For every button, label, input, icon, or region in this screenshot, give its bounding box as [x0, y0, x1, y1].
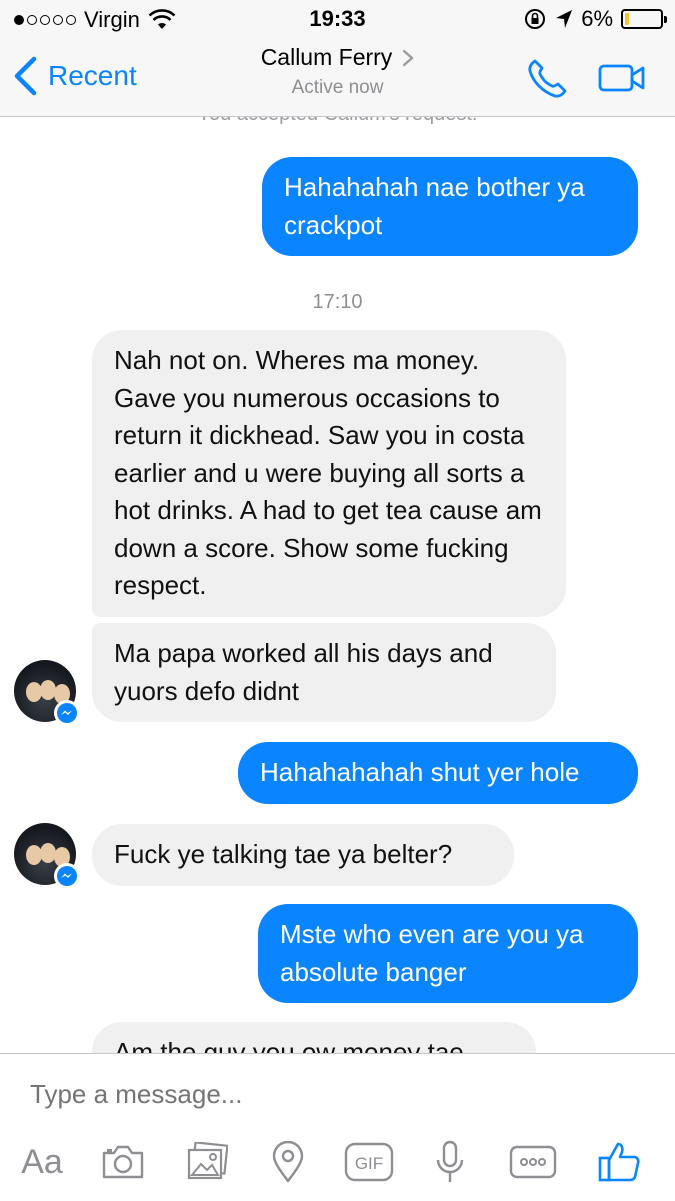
composer-toolbar: Aa GIF — [0, 1138, 675, 1194]
message-thread[interactable]: You accepted Callum's request. Hahahahah… — [0, 117, 675, 1053]
photo-gallery-icon[interactable] — [184, 1138, 230, 1186]
battery-icon — [621, 9, 667, 29]
phone-call-icon[interactable] — [526, 58, 568, 100]
chevron-right-icon — [403, 49, 414, 66]
active-status: Active now — [291, 77, 384, 98]
message-bubble-incoming[interactable]: Am the guy you ow money tae — [92, 1022, 536, 1053]
message-input[interactable] — [30, 1076, 630, 1112]
location-pin-icon[interactable] — [268, 1138, 308, 1186]
gif-icon[interactable]: GIF — [344, 1138, 394, 1186]
message-bubble-outgoing[interactable]: Mste who even are you ya absolute banger — [258, 904, 638, 1003]
contact-title[interactable]: Callum Ferry Active now — [0, 44, 675, 99]
gif-label: GIF — [355, 1154, 383, 1173]
messenger-badge-icon — [54, 700, 80, 726]
battery-percentage: 6% — [581, 6, 613, 31]
camera-icon[interactable] — [100, 1138, 146, 1186]
video-call-icon[interactable] — [598, 62, 646, 94]
more-icon[interactable] — [508, 1138, 558, 1186]
message-bubble-incoming[interactable]: Fuck ye talking tae ya belter? — [92, 824, 514, 886]
text-format-label: Aa — [21, 1142, 63, 1181]
messenger-badge-icon — [54, 863, 80, 889]
rotation-lock-icon — [525, 9, 546, 29]
avatar[interactable] — [14, 823, 80, 889]
thumbs-up-icon[interactable] — [596, 1138, 642, 1186]
microphone-icon[interactable] — [432, 1138, 468, 1186]
conversation-header: Recent Callum Ferry Active now — [0, 38, 675, 117]
system-note: You accepted Callum's request. — [0, 117, 675, 126]
contact-name: Callum Ferry — [260, 44, 393, 70]
message-bubble-outgoing[interactable]: Hahahahah nae bother ya crackpot — [262, 157, 638, 256]
message-bubble-incoming[interactable]: Nah not on. Wheres ma money. Gave you nu… — [92, 330, 566, 617]
status-bar: Virgin 19:33 6% — [0, 0, 675, 38]
message-timestamp: 17:10 — [312, 291, 363, 313]
avatar[interactable] — [14, 660, 80, 726]
text-format-icon[interactable]: Aa — [16, 1138, 68, 1186]
message-bubble-outgoing[interactable]: Hahahahahah shut yer hole — [238, 742, 638, 804]
composer: Aa GIF — [0, 1053, 675, 1201]
message-bubble-incoming[interactable]: Ma papa worked all his days and yuors de… — [92, 623, 556, 722]
location-arrow-icon — [556, 10, 573, 28]
